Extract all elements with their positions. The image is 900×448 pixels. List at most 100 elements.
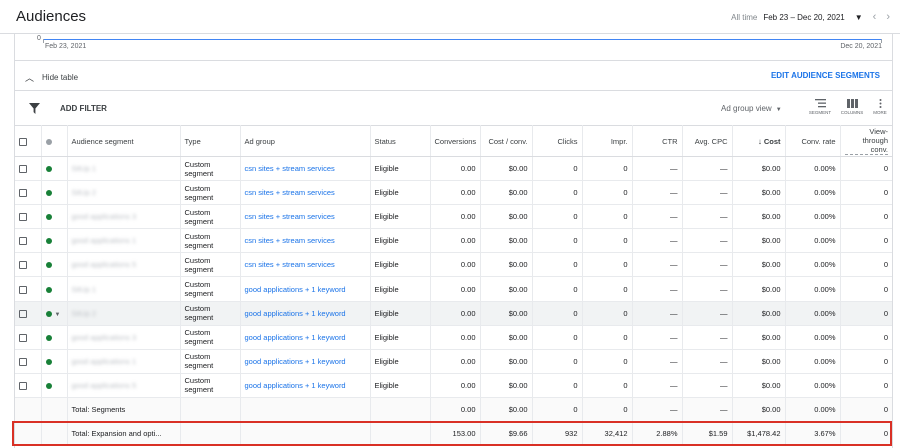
ad-group-link[interactable]: csn sites + stream services [245,260,335,269]
audience-segment-cell[interactable]: SitUp 2 [67,301,181,326]
audience-segment-cell[interactable]: good applications 1 [67,228,181,254]
ad-group-cell[interactable]: good applications + 1 keyword [240,325,371,350]
ad-group-cell[interactable]: csn sites + stream services [240,204,371,230]
table-row[interactable]: good applications 5 Custom segment good ap… [15,373,892,398]
ad-group-link[interactable]: csn sites + stream services [245,212,335,221]
audience-segment-name[interactable]: SitUp 2 [72,188,97,197]
ad-group-view-select[interactable]: Ad group view ▼ [721,104,782,113]
table-row[interactable]: good applications 3 Custom segment csn sit… [15,204,892,230]
enabled-status-dot-icon[interactable] [45,382,52,389]
chevron-right-icon[interactable]: › [886,11,890,23]
table-row[interactable]: good applications 3 Custom segment good ap… [15,325,892,350]
row-checkbox[interactable] [19,189,27,198]
col-status[interactable]: Status [370,125,431,157]
audience-segment-name[interactable]: SitUp 1 [72,164,97,173]
table-row[interactable]: SitUp 1 Custom segment good applications +… [15,276,892,302]
row-status-cell[interactable] [41,325,68,350]
enabled-status-dot-icon[interactable] [45,334,52,341]
row-checkbox[interactable] [19,333,27,342]
ad-group-link[interactable]: csn sites + stream services [245,236,335,245]
row-status-cell[interactable] [41,228,68,254]
audience-segment-cell[interactable]: SitUp 1 [67,276,181,302]
col-impr[interactable]: Impr. [582,125,633,157]
ad-group-cell[interactable]: good applications + 1 keyword [240,349,371,374]
select-all-checkbox[interactable] [19,137,27,146]
audience-segment-cell[interactable]: good applications 5 [67,373,181,398]
col-clicks[interactable]: Clicks [532,125,583,157]
segment-button[interactable]: SEGMENT [807,99,833,115]
row-status-cell[interactable] [41,276,68,302]
enabled-status-dot-icon[interactable] [45,238,52,245]
row-checkbox[interactable] [19,165,27,174]
audience-segment-cell[interactable]: good applications 5 [67,252,181,278]
row-status-cell[interactable] [41,373,68,398]
table-row[interactable]: good applications 1 Custom segment good ap… [15,349,892,374]
audience-segment-name[interactable]: SitUp 1 [72,285,97,294]
ad-group-cell[interactable]: good applications + 1 keyword [240,276,371,302]
ad-group-link[interactable]: csn sites + stream services [245,188,335,197]
audience-segment-cell[interactable]: good applications 3 [67,204,181,230]
columns-button[interactable]: COLUMNS [839,99,865,115]
row-select-cell[interactable] [15,325,42,350]
hide-table-button[interactable]: ︿ Hide table [25,71,78,84]
audience-segment-cell[interactable]: good applications 3 [67,325,181,350]
row-status-cell[interactable] [41,180,68,206]
row-select-cell[interactable] [15,252,42,278]
ad-group-cell[interactable]: csn sites + stream services [240,180,371,206]
row-checkbox[interactable] [19,213,27,222]
col-audience-segment[interactable]: Audience segment [67,125,181,157]
caret-down-icon[interactable]: ▼ [55,312,61,318]
audience-segment-name[interactable]: SitUp 2 [72,309,97,318]
chevron-left-icon[interactable]: ‹ [873,11,877,23]
row-select-cell[interactable] [15,373,42,398]
audience-segment-name[interactable]: good applications 5 [72,381,137,390]
audience-segment-cell[interactable]: SitUp 2 [67,180,181,206]
enabled-status-dot-icon[interactable] [45,286,52,293]
edit-audience-segments-button[interactable]: EDIT AUDIENCE SEGMENTS [771,71,880,80]
row-select-cell[interactable] [15,156,42,182]
table-row[interactable]: SitUp 2 Custom segment csn sites + stream … [15,180,892,206]
select-all-cell[interactable] [15,125,42,157]
row-checkbox[interactable] [19,237,27,246]
col-view-through-conv[interactable]: View-through conv. [840,125,892,157]
caret-down-icon[interactable]: ▼ [855,13,863,22]
col-ctr[interactable]: CTR [632,125,683,157]
filter-icon[interactable] [29,103,40,114]
col-avg-cpc[interactable]: Avg. CPC [682,125,733,157]
more-button[interactable]: MORE [867,99,893,115]
audience-segment-name[interactable]: good applications 3 [72,212,137,221]
enabled-status-dot-icon[interactable] [45,214,52,221]
enabled-status-dot-icon[interactable] [45,310,52,317]
row-checkbox[interactable] [19,285,27,294]
row-status-cell[interactable] [41,349,68,374]
row-select-cell[interactable] [15,301,42,326]
ad-group-cell[interactable]: csn sites + stream services [240,252,371,278]
audience-segment-name[interactable]: good applications 5 [72,260,137,269]
table-row[interactable]: good applications 1 Custom segment csn sit… [15,228,892,254]
audience-segment-name[interactable]: good applications 1 [72,357,137,366]
row-status-cell[interactable] [41,252,68,278]
row-select-cell[interactable] [15,228,42,254]
date-range-value[interactable]: Feb 23 – Dec 20, 2021 [763,13,844,22]
ad-group-cell[interactable]: good applications + 1 keyword [240,301,371,326]
col-cost-per-conv[interactable]: Cost / conv. [480,125,533,157]
row-select-cell[interactable] [15,349,42,374]
ad-group-link[interactable]: good applications + 1 keyword [245,357,346,366]
col-conversions[interactable]: Conversions [430,125,481,157]
ad-group-cell[interactable]: csn sites + stream services [240,228,371,254]
col-ad-group[interactable]: Ad group [240,125,371,157]
enabled-status-dot-icon[interactable] [45,358,52,365]
audience-segment-cell[interactable]: SitUp 1 [67,156,181,182]
audience-segment-cell[interactable]: good applications 1 [67,349,181,374]
audience-segment-name[interactable]: good applications 1 [72,236,137,245]
row-select-cell[interactable] [15,276,42,302]
audience-segment-name[interactable]: good applications 3 [72,333,137,342]
row-select-cell[interactable] [15,180,42,206]
ad-group-cell[interactable]: csn sites + stream services [240,156,371,182]
enabled-status-dot-icon[interactable] [45,166,52,173]
row-status-cell[interactable] [41,204,68,230]
table-row[interactable]: SitUp 1 Custom segment csn sites + stream … [15,156,892,182]
ad-group-link[interactable]: good applications + 1 keyword [245,381,346,390]
row-checkbox[interactable] [19,261,27,270]
add-filter-button[interactable]: ADD FILTER [60,104,107,113]
